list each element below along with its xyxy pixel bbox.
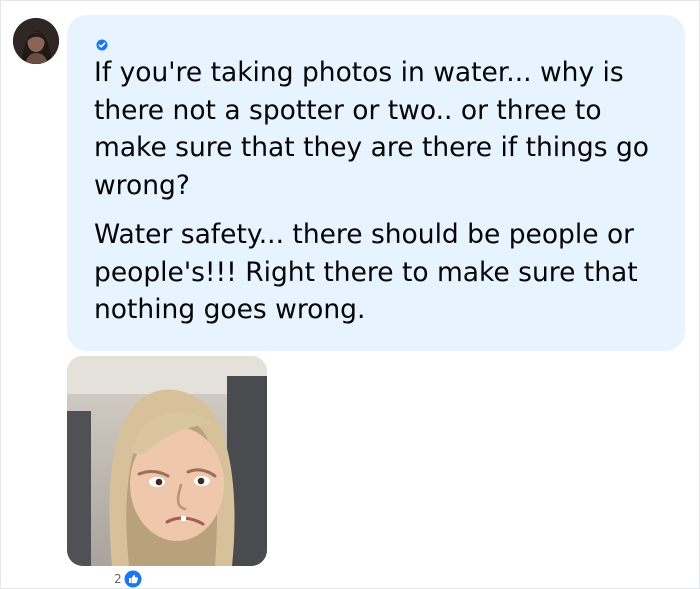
user-avatar[interactable] xyxy=(13,18,59,64)
reaction-photo xyxy=(67,356,267,566)
reaction-summary[interactable]: 2 xyxy=(114,570,142,588)
avatar-photo xyxy=(13,18,59,64)
comment-image-attachment[interactable] xyxy=(67,356,267,566)
comment-paragraph-1: If you're taking photos in water... why … xyxy=(94,57,650,201)
verified-check-icon xyxy=(96,39,108,51)
like-icon xyxy=(124,570,142,588)
comment-paragraph-2: Water safety... there should be people o… xyxy=(94,219,638,325)
reaction-count: 2 xyxy=(114,572,122,586)
comment-card: If you're taking photos in water... why … xyxy=(0,0,700,589)
comment-bubble: If you're taking photos in water... why … xyxy=(67,15,685,351)
comment-text: If you're taking photos in water... why … xyxy=(94,54,664,329)
